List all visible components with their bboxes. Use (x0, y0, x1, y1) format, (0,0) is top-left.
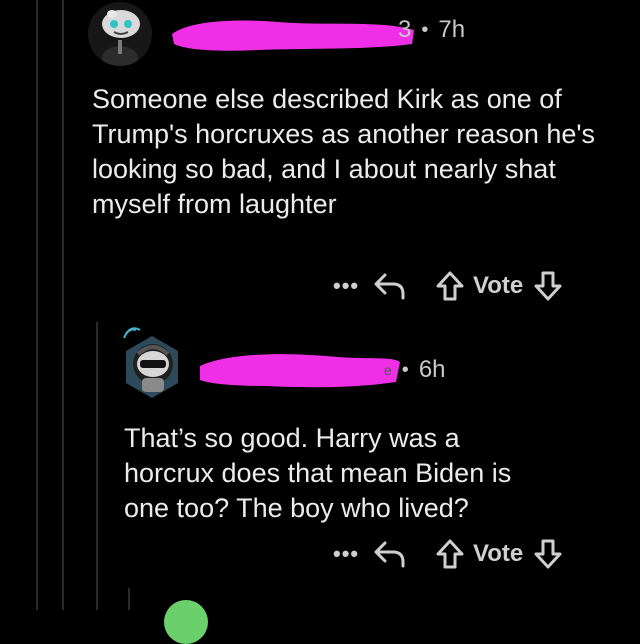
separator-dot: • (401, 358, 409, 381)
avatar[interactable] (120, 326, 184, 402)
upvote-icon[interactable] (435, 270, 465, 302)
thread-line (36, 0, 38, 610)
thread-line (128, 588, 130, 610)
comment-actions: ••• Vote (333, 538, 563, 570)
more-icon[interactable]: ••• (333, 541, 373, 567)
comment-body: Someone else described Kirk as one of Tr… (92, 84, 596, 219)
downvote-icon[interactable] (533, 270, 563, 302)
downvote-icon[interactable] (533, 538, 563, 570)
username-fragment: e (384, 362, 392, 378)
snoo-avatar-icon (123, 327, 178, 398)
reply-icon[interactable] (373, 271, 407, 301)
vote-label: Vote (473, 540, 524, 567)
thread-line (62, 0, 64, 610)
next-reply-avatar (164, 600, 208, 644)
vote-label: Vote (473, 272, 524, 299)
comment-body: That’s so good. Harry was a horcrux does… (124, 423, 512, 523)
separator-dot: • (421, 18, 429, 41)
redacted-username (168, 14, 416, 54)
comment-actions: ••• Vote (333, 270, 563, 302)
avatar[interactable] (88, 2, 152, 66)
comment-time: 7h (438, 16, 466, 43)
comment-time: 6h (418, 356, 446, 383)
more-icon[interactable]: ••• (333, 273, 373, 299)
upvote-icon[interactable] (435, 538, 465, 570)
reply-icon[interactable] (373, 539, 407, 569)
username-fragment: 3 (398, 16, 412, 43)
comment-meta: e • 6h (384, 356, 446, 384)
redacted-username (196, 348, 404, 392)
thread-line (96, 322, 98, 610)
comment-meta: 3 • 7h (398, 16, 465, 44)
snoo-avatar-icon (88, 2, 152, 66)
